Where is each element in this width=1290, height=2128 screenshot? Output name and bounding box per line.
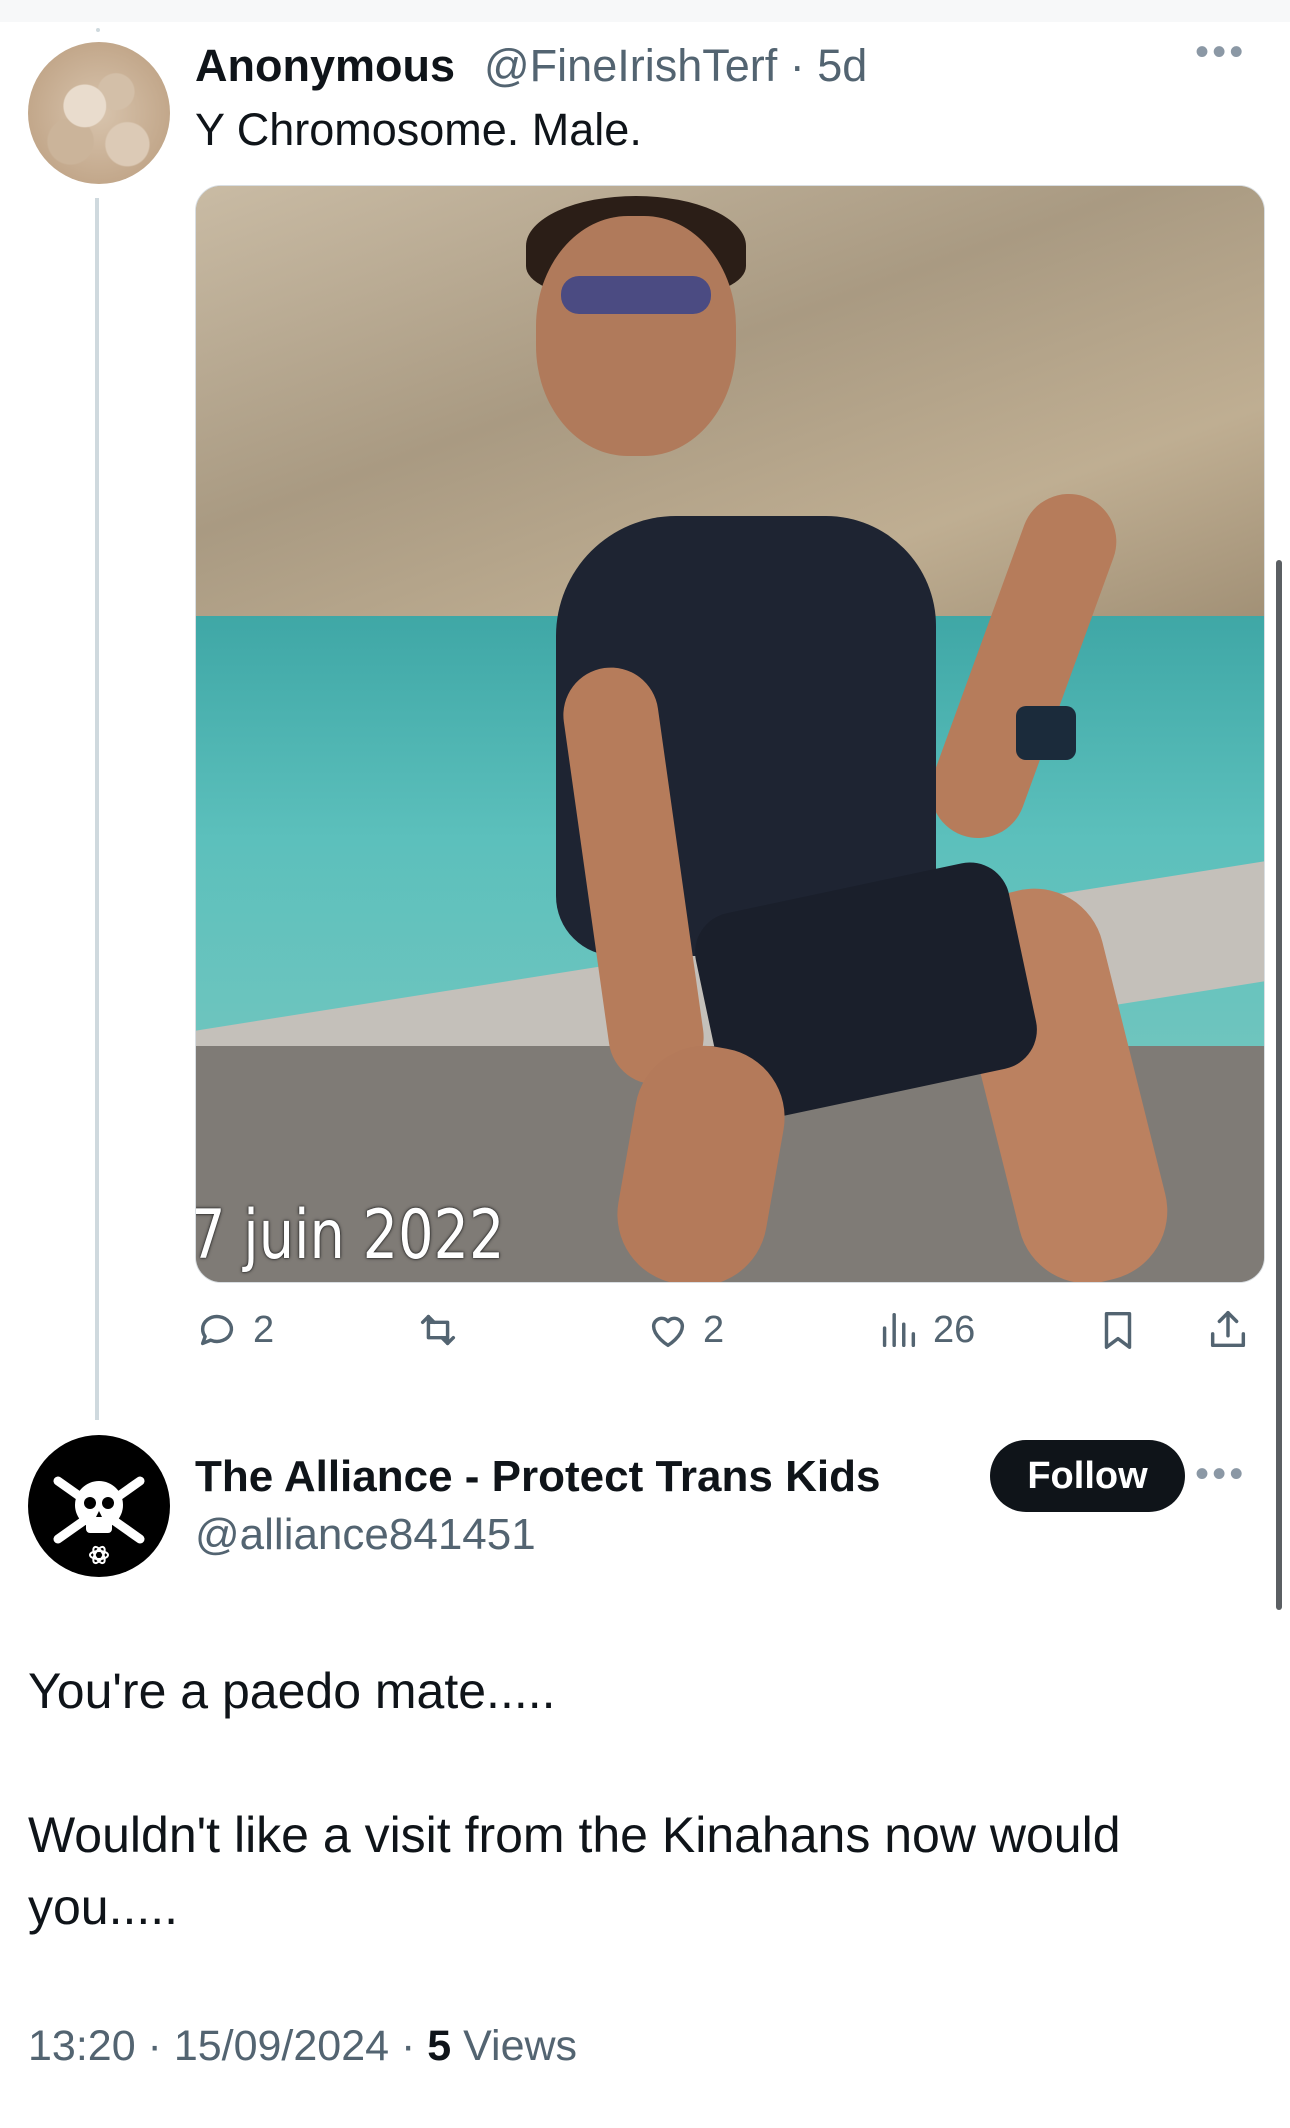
share-button[interactable] (1205, 1300, 1251, 1360)
top-edge (0, 0, 1290, 22)
reply-icon (200, 1314, 234, 1346)
photo-date-caption: 7 juin 2022 (195, 1196, 505, 1275)
bookmark-button[interactable] (1095, 1300, 1141, 1360)
timestamp[interactable]: 13:20 · 15/09/2024 · (28, 2022, 427, 2070)
like-count: 2 (703, 1308, 725, 1351)
person-sunglasses (561, 276, 711, 314)
reply-count: 2 (253, 1308, 275, 1351)
bookmark-icon (1104, 1311, 1132, 1349)
repost-icon (420, 1314, 456, 1346)
author-name[interactable]: Anonymous (195, 40, 455, 92)
scrollbar[interactable] (1276, 560, 1282, 1610)
watch (1016, 706, 1076, 760)
reply-button[interactable]: 2 (195, 1300, 274, 1360)
share-icon (1210, 1311, 1246, 1348)
views-label: Views (451, 2022, 578, 2070)
reply-text-line: Wouldn't like a visit from the Kinahans … (28, 1807, 1121, 1935)
tweet-actions: 2 2 26 (195, 1300, 1270, 1360)
avatar-alliance[interactable] (28, 1435, 170, 1577)
views-count: 5 (427, 2022, 452, 2070)
tweet-photo[interactable]: 7 juin 2022 (195, 185, 1265, 1283)
more-icon[interactable]: • • • (1195, 30, 1243, 75)
reply-tweet-text: You're a paedo mate..... Wouldn't like a… (28, 1655, 1248, 1943)
person-head (536, 216, 736, 456)
views-icon (882, 1312, 916, 1348)
views-button[interactable]: 26 (875, 1300, 975, 1360)
heart-icon (651, 1316, 685, 1348)
follow-button[interactable]: Follow (990, 1440, 1185, 1512)
author-handle-time[interactable]: @FineIrishTerf · 5d (484, 40, 867, 92)
tweet-meta: 13:20 · 15/09/2024 · 5 Views (28, 2022, 577, 2071)
views-count: 26 (933, 1308, 976, 1351)
author-name[interactable]: The Alliance - Protect Trans Kids (195, 1452, 880, 1502)
like-button[interactable]: 2 (645, 1300, 724, 1360)
repost-button[interactable] (415, 1300, 473, 1360)
author-handle[interactable]: @alliance841451 (195, 1510, 536, 1560)
skull-crossbones-icon (53, 1476, 145, 1565)
avatar-anonymous[interactable] (28, 42, 170, 184)
more-icon[interactable]: • • • (1195, 1452, 1243, 1497)
thread-line (95, 198, 99, 1420)
tweet-text: Y Chromosome. Male. (195, 104, 642, 155)
thread-line-top (96, 28, 100, 32)
reply-text-line: You're a paedo mate..... (28, 1663, 556, 1719)
